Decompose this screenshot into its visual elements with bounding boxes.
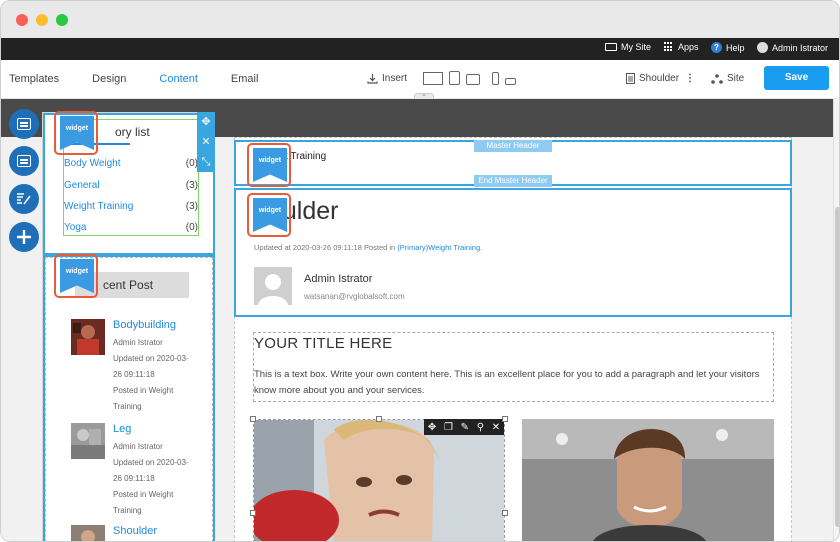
image-toolbar: ✥ ❐ ✎ ⚲ ✕	[424, 419, 504, 435]
master-header-end-label: End Master Header	[474, 175, 552, 187]
category-list-title: ory list	[115, 125, 150, 139]
text-box-title[interactable]: YOUR TITLE HERE	[254, 335, 392, 352]
close-icon[interactable]: ✕	[197, 132, 215, 152]
author-name: Admin Istrator	[304, 273, 373, 285]
window-titlebar	[1, 1, 839, 38]
text-box-body[interactable]: This is a text box. Write your own conte…	[254, 367, 770, 399]
scrollbar-thumb[interactable]	[835, 207, 839, 527]
recent-post-link[interactable]: Shoulder	[113, 525, 157, 537]
user-silhouette-icon	[258, 274, 288, 305]
phone-portrait-icon[interactable]	[492, 72, 499, 85]
image-man[interactable]	[522, 419, 774, 541]
master-header-label: Master Header	[474, 140, 552, 152]
copy-icon[interactable]: ❐	[444, 422, 453, 433]
resize-handle[interactable]	[502, 510, 508, 516]
post-thumbnail	[71, 319, 105, 355]
author-email: watsanan@rvglobalsoft.com	[304, 292, 405, 301]
recent-post-widget[interactable]: cent Post Bodybuilding Admin Istrator Up…	[43, 255, 215, 541]
close-icon[interactable]: ✕	[492, 422, 500, 433]
edit-text-icon	[17, 193, 31, 205]
apps-link[interactable]: Apps	[664, 42, 699, 52]
resize-icon[interactable]: ⤡	[197, 152, 215, 172]
image-boxer[interactable]	[253, 419, 505, 541]
category-item-yoga[interactable]: Yoga (0)	[64, 222, 198, 233]
maximize-window-button[interactable]	[56, 14, 68, 26]
tab-content[interactable]: Content	[159, 73, 198, 85]
post-thumbnail	[71, 525, 105, 541]
post-thumbnail	[71, 423, 105, 459]
my-site-link[interactable]: My Site	[605, 42, 651, 52]
link-icon[interactable]: ⚲	[477, 422, 484, 433]
page-selector[interactable]: Shoulder ⋮	[626, 73, 695, 84]
save-page-icon	[17, 155, 31, 167]
category-item-weight-training[interactable]: Weight Training (3)	[64, 201, 198, 212]
page-sidebar: ory list Body Weight (0) General (3) Weigh…	[42, 112, 215, 541]
editor-tabs: Templates Design Content Email	[9, 73, 291, 85]
apps-grid-icon	[664, 42, 674, 52]
monitor-icon	[605, 43, 617, 51]
move-icon[interactable]: ✥	[197, 112, 215, 132]
tab-design[interactable]: Design	[92, 73, 126, 85]
layout-tool-button[interactable]	[9, 109, 39, 139]
recent-post-meta: Admin Istrator Updated on 2020-03-26 09:…	[113, 338, 189, 411]
canvas-scrollbar[interactable]	[833, 99, 839, 541]
insert-button[interactable]: Insert	[367, 73, 407, 84]
device-preview-group	[423, 71, 516, 85]
help-link[interactable]: ? Help	[711, 42, 745, 53]
user-avatar-icon	[757, 42, 768, 53]
close-window-button[interactable]	[16, 14, 28, 26]
page-tool-button[interactable]	[9, 146, 39, 176]
download-icon	[367, 74, 378, 84]
sitemap-icon	[711, 73, 723, 84]
widget-tools: ✥ ✕ ⤡	[197, 112, 215, 172]
resize-handle[interactable]	[250, 510, 256, 516]
category-item-general[interactable]: General (3)	[64, 180, 198, 191]
resize-handle[interactable]	[376, 416, 382, 422]
layout-icon	[17, 118, 31, 130]
resize-handle[interactable]	[250, 416, 256, 422]
edit-icon[interactable]: ✎	[461, 422, 469, 433]
author-avatar	[254, 267, 292, 305]
recent-post-title: cent Post	[103, 278, 154, 292]
more-vertical-icon[interactable]: ⋮	[685, 73, 695, 84]
desktop-view-icon[interactable]	[423, 72, 443, 85]
recent-post-link[interactable]: Bodybuilding	[113, 319, 176, 331]
category-item-body-weight[interactable]: Body Weight (0)	[64, 158, 198, 169]
widget-highlight-ring	[247, 143, 291, 187]
tablet-portrait-icon[interactable]	[449, 71, 460, 85]
move-icon[interactable]: ✥	[428, 422, 436, 433]
tablet-landscape-icon[interactable]	[466, 74, 480, 85]
widget-highlight-ring	[54, 111, 98, 155]
tab-email[interactable]: Email	[231, 73, 259, 85]
user-menu[interactable]: Admin Istrator	[757, 42, 828, 53]
site-selector[interactable]: Site	[711, 73, 744, 84]
phone-landscape-icon[interactable]	[505, 78, 516, 85]
save-button[interactable]: Save	[764, 66, 829, 90]
plus-icon	[17, 230, 31, 244]
recent-post-link[interactable]: Leg	[113, 423, 131, 435]
recent-post-meta: Admin Istrator Updated on 2020-03-26 09:…	[113, 442, 189, 515]
minimize-window-button[interactable]	[36, 14, 48, 26]
edit-tool-button[interactable]	[9, 184, 39, 214]
post-category-link[interactable]: (Primary)Weight Training	[397, 243, 480, 252]
widget-highlight-ring	[54, 254, 98, 298]
boxer-photo	[254, 420, 504, 541]
man-photo	[522, 419, 774, 541]
header-text: t Training	[285, 151, 327, 162]
add-element-button[interactable]	[9, 222, 39, 252]
tab-templates[interactable]: Templates	[9, 73, 59, 85]
top-admin-bar: My Site Apps ? Help Admin Istrator	[1, 38, 839, 60]
widget-highlight-ring	[247, 193, 291, 237]
page-icon	[626, 73, 635, 84]
resize-handle[interactable]	[502, 416, 508, 422]
help-icon: ?	[711, 42, 722, 53]
post-meta: Updated at 2020-03-26 09:11:18 Posted in…	[254, 243, 483, 252]
browser-window: My Site Apps ? Help Admin Istrator Templ…	[0, 0, 840, 542]
